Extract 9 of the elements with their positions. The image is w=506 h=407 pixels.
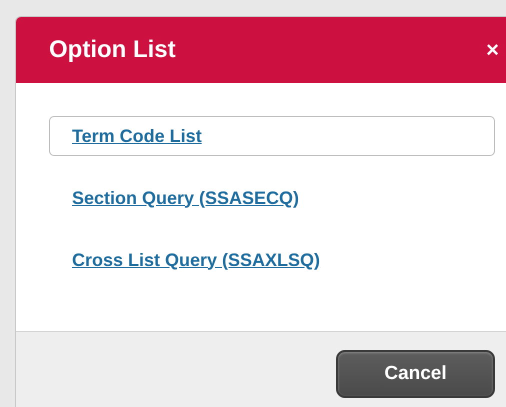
- option-link[interactable]: Section Query (SSASECQ): [72, 188, 300, 208]
- selected-option[interactable]: Term Code List: [49, 116, 495, 156]
- dialog-title: Option List: [49, 36, 176, 64]
- option-link[interactable]: Cross List Query (SSAXLSQ): [72, 250, 320, 270]
- close-button[interactable]: ×: [486, 37, 499, 63]
- option-link[interactable]: Term Code List: [72, 126, 202, 146]
- option-row[interactable]: Section Query (SSASECQ): [49, 178, 495, 218]
- cancel-button[interactable]: Cancel: [336, 350, 495, 398]
- option-row[interactable]: Cross List Query (SSAXLSQ): [49, 240, 495, 280]
